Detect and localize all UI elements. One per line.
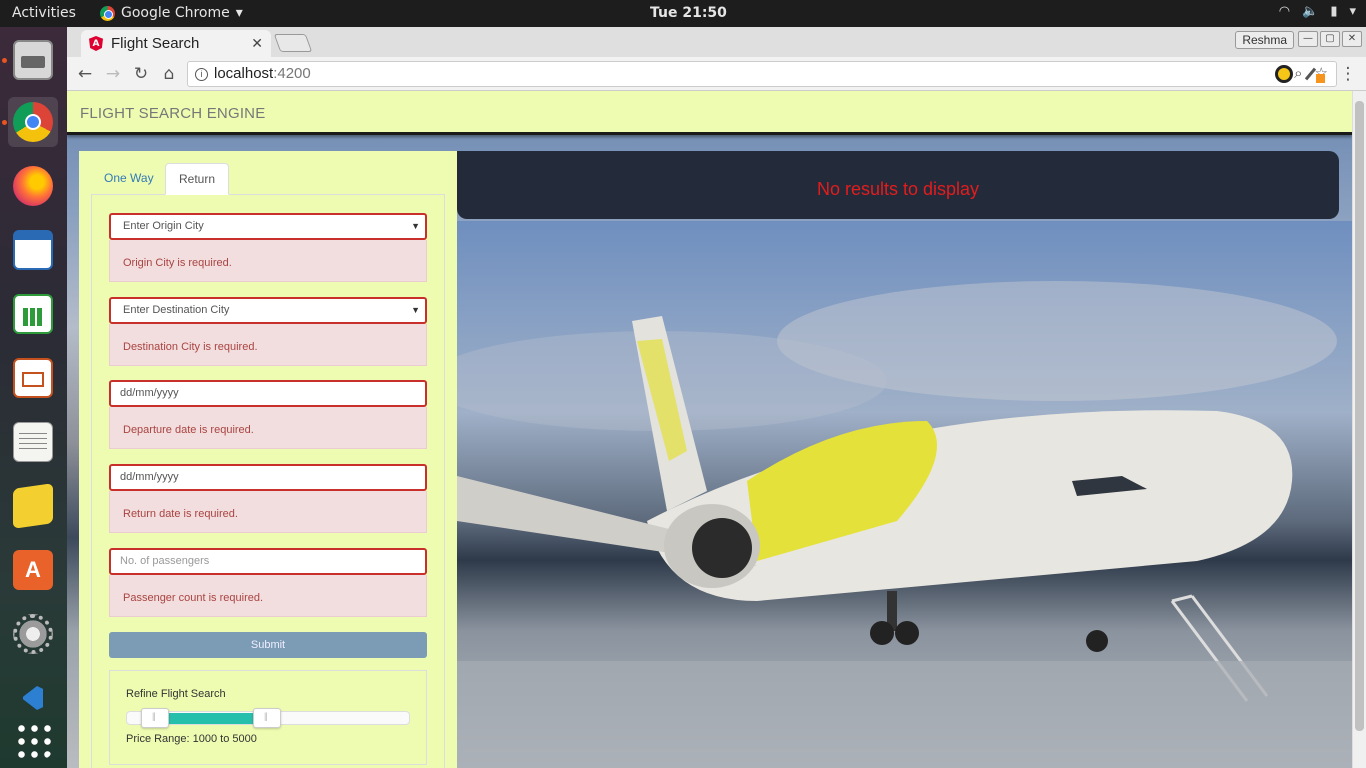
tab-return[interactable]: Return bbox=[165, 163, 230, 195]
origin-city-select[interactable]: Enter Origin City ▼ bbox=[109, 213, 427, 240]
forward-arrow-icon[interactable]: → bbox=[102, 63, 124, 85]
activities-button[interactable]: Activities bbox=[12, 5, 76, 21]
dock: A bbox=[0, 27, 67, 768]
dock-chrome[interactable] bbox=[8, 97, 58, 147]
price-range-slider[interactable] bbox=[126, 708, 410, 728]
angular-favicon-icon: A bbox=[89, 36, 103, 51]
price-range-label: Price Range: 1000 to 5000 bbox=[126, 733, 257, 745]
caret-down-icon: ▼ bbox=[411, 221, 420, 231]
tab-one-way[interactable]: One Way bbox=[91, 163, 167, 195]
departure-date-error: Departure date is required. bbox=[109, 407, 427, 449]
origin-city-error: Origin City is required. bbox=[109, 240, 427, 282]
browser-tab-strip: A Flight Search ✕ Reshma — ▢ ✕ bbox=[67, 27, 1366, 57]
dock-show-apps[interactable] bbox=[8, 715, 58, 765]
clock[interactable]: Tue 21:50 bbox=[650, 5, 727, 21]
menu-dots-icon[interactable]: ⋮ bbox=[1337, 63, 1359, 85]
app-menu[interactable]: Google Chrome ▾ bbox=[100, 5, 243, 21]
destination-city-value: Enter Destination City bbox=[123, 304, 230, 316]
refine-title: Refine Flight Search bbox=[126, 688, 226, 700]
close-tab-icon[interactable]: ✕ bbox=[251, 36, 263, 52]
dock-text-editor[interactable] bbox=[8, 417, 58, 467]
browser-tab[interactable]: A Flight Search ✕ bbox=[81, 30, 271, 57]
url-host: localhost bbox=[214, 65, 274, 82]
submit-button[interactable]: Submit bbox=[109, 632, 427, 658]
origin-city-value: Enter Origin City bbox=[123, 220, 204, 232]
minimize-button[interactable]: — bbox=[1298, 31, 1318, 47]
system-tray[interactable]: ◠ 🔈 ▮ ▾ bbox=[1279, 4, 1356, 19]
departure-date-placeholder: dd/mm/yyyy bbox=[120, 387, 179, 399]
back-arrow-icon[interactable]: ← bbox=[74, 63, 96, 85]
profile-button[interactable]: Reshma bbox=[1235, 31, 1294, 49]
dock-calc[interactable] bbox=[8, 289, 58, 339]
home-icon[interactable]: ⌂ bbox=[158, 63, 180, 85]
destination-city-select[interactable]: Enter Destination City ▼ bbox=[109, 297, 427, 324]
impress-icon bbox=[13, 358, 53, 398]
zoom-icon[interactable]: ⌕ bbox=[1294, 62, 1302, 86]
new-tab-button[interactable] bbox=[273, 34, 313, 52]
dock-writer[interactable] bbox=[8, 225, 58, 275]
passengers-error: Passenger count is required. bbox=[109, 575, 427, 617]
files-icon bbox=[13, 40, 53, 80]
slider-min-handle[interactable] bbox=[141, 708, 169, 728]
dock-firefox[interactable] bbox=[8, 161, 58, 211]
trip-type-tabs: One Way Return bbox=[91, 163, 445, 195]
app-navbar: FLIGHT SEARCH ENGINE bbox=[67, 91, 1352, 135]
running-indicator bbox=[2, 120, 7, 125]
return-date-placeholder: dd/mm/yyyy bbox=[120, 471, 179, 483]
dock-notes[interactable] bbox=[8, 481, 58, 531]
running-indicator bbox=[2, 58, 7, 63]
reload-icon[interactable]: ↻ bbox=[130, 63, 152, 85]
page-viewport: FLIGHT SEARCH ENGINE One Way Return Ente… bbox=[67, 91, 1352, 768]
return-date-input[interactable]: dd/mm/yyyy bbox=[109, 464, 427, 491]
software-center-icon: A bbox=[13, 550, 53, 590]
chrome-icon bbox=[100, 5, 115, 21]
page-scrollbar[interactable] bbox=[1352, 91, 1366, 768]
calc-icon bbox=[13, 294, 53, 334]
writer-icon bbox=[13, 230, 53, 270]
url-port: :4200 bbox=[273, 65, 311, 82]
firefox-icon bbox=[13, 166, 53, 206]
no-results-message: No results to display bbox=[816, 179, 980, 199]
dock-software-center[interactable]: A bbox=[8, 545, 58, 595]
chevron-down-icon: ▾ bbox=[235, 5, 243, 21]
passengers-input[interactable]: No. of passengers bbox=[109, 548, 427, 575]
dock-files[interactable] bbox=[8, 35, 58, 85]
battery-icon: ▮ bbox=[1330, 4, 1338, 19]
caret-down-icon: ▼ bbox=[411, 305, 420, 315]
address-bar[interactable]: i localhost:4200 ⌕ ☆ bbox=[187, 61, 1337, 87]
browser-toolbar: ← → ↻ ⌂ i localhost:4200 ⌕ ☆ ⋮ bbox=[67, 57, 1366, 91]
slider-max-handle[interactable] bbox=[253, 708, 281, 728]
chrome-icon bbox=[13, 102, 53, 142]
results-panel: No results to display bbox=[457, 151, 1339, 219]
return-date-error: Return date is required. bbox=[109, 491, 427, 533]
extension-eyedropper-icon[interactable] bbox=[1304, 65, 1325, 83]
airplane-background-image bbox=[457, 221, 1352, 768]
refine-search-box: Refine Flight Search Price Range: 1000 t… bbox=[109, 670, 427, 765]
passengers-placeholder: No. of passengers bbox=[120, 555, 210, 567]
close-window-button[interactable]: ✕ bbox=[1342, 31, 1362, 47]
volume-icon: 🔈 bbox=[1302, 4, 1319, 19]
tab-title: Flight Search bbox=[111, 35, 200, 52]
dock-settings[interactable] bbox=[8, 609, 58, 659]
scrollbar-thumb[interactable] bbox=[1355, 101, 1364, 731]
gear-icon bbox=[13, 614, 53, 654]
search-panel: One Way Return Enter Origin City ▼ Origi… bbox=[79, 151, 457, 768]
dock-impress[interactable] bbox=[8, 353, 58, 403]
brand-title[interactable]: FLIGHT SEARCH ENGINE bbox=[80, 105, 265, 122]
text-editor-icon bbox=[13, 422, 53, 462]
system-top-bar: Activities Google Chrome ▾ Tue 21:50 ◠ 🔈… bbox=[0, 0, 1366, 27]
info-icon[interactable]: i bbox=[195, 68, 208, 81]
notes-icon bbox=[13, 483, 53, 529]
extension-moon-icon[interactable] bbox=[1275, 65, 1293, 83]
power-menu-icon: ▾ bbox=[1349, 4, 1356, 19]
wifi-icon: ◠ bbox=[1278, 4, 1291, 19]
slider-range-fill bbox=[169, 713, 265, 724]
grid-icon bbox=[15, 722, 51, 758]
destination-city-error: Destination City is required. bbox=[109, 324, 427, 366]
vscode-icon bbox=[13, 678, 53, 718]
app-menu-label: Google Chrome bbox=[121, 5, 230, 21]
maximize-button[interactable]: ▢ bbox=[1320, 31, 1340, 47]
departure-date-input[interactable]: dd/mm/yyyy bbox=[109, 380, 427, 407]
